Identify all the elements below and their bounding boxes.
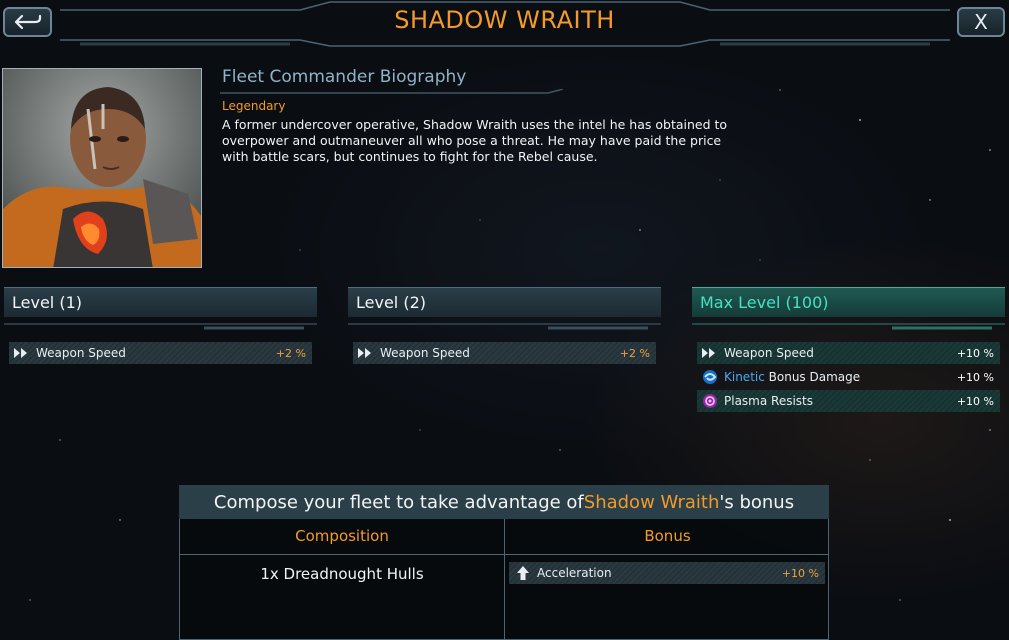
bonus-value: +10 % [781,566,819,580]
close-button[interactable]: X [957,7,1005,37]
rarity-label: Legendary [222,99,286,113]
stat-label: Plasma Resists [724,394,814,408]
panel-decoration [692,323,1005,330]
level-panel-title: Level (1) [4,287,317,317]
top-bar: SHADOW WRAITH X [0,0,1009,48]
plasma-icon [700,393,720,409]
stat-value: +2 % [619,346,650,360]
bonus-label: Acceleration [537,566,612,580]
composition-column-header: Composition [295,527,389,545]
composition-item: 1x Dreadnought Hulls [260,565,424,583]
stat-value: +10 % [956,394,994,408]
page-title: SHADOW WRAITH [394,6,615,34]
kinetic-damage-type: Kinetic [724,370,765,384]
stat-row: Plasma Resists +10 % [697,390,1000,412]
commander-avatar-image [3,69,201,267]
composition-heading-suffix: 's bonus [719,491,795,513]
level-panel-max: Max Level (100) Weapon Speed +10 % Kinet… [692,287,1005,414]
stat-label: Weapon Speed [724,346,814,360]
stat-row: Weapon Speed +10 % [697,342,1000,364]
stat-row: Kinetic Bonus Damage +10 % [697,366,1000,388]
bonus-column-header: Bonus [644,527,691,545]
biography-underline [220,89,564,94]
stat-label: Weapon Speed [380,346,470,360]
composition-heading: Compose your fleet to take advantage of … [179,485,829,519]
panel-decoration [4,323,317,330]
stat-label: Bonus Damage [764,370,861,384]
biography-text: A former undercover operative, Shadow Wr… [222,117,728,164]
panel-decoration [348,323,661,330]
composition-body: Composition Bonus 1x Dreadnought Hulls A… [179,519,829,640]
stat-label: Weapon Speed [36,346,126,360]
kinetic-icon [700,369,720,385]
stat-value: +2 % [275,346,306,360]
level-panel-2: Level (2) Weapon Speed +2 % [348,287,661,366]
commander-portrait [2,68,202,268]
double-chevron-icon [12,345,32,361]
composition-heading-name: Shadow Wraith [583,491,720,513]
level-panel-1: Level (1) Weapon Speed +2 % [4,287,317,366]
biography-title: Fleet Commander Biography [222,67,467,87]
stat-value: +10 % [956,346,994,360]
arrow-up-icon [513,565,533,581]
stat-row: Weapon Speed +2 % [9,342,312,364]
row-divider [180,554,828,555]
fleet-composition-table: Compose your fleet to take advantage of … [179,485,829,640]
stat-value: +10 % [956,370,994,384]
stat-row: Weapon Speed +2 % [353,342,656,364]
level-panel-title: Max Level (100) [692,287,1005,317]
composition-heading-prefix: Compose your fleet to take advantage of [213,491,584,513]
level-panel-title: Level (2) [348,287,661,317]
close-icon: X [974,10,988,34]
bonus-row: Acceleration +10 % [509,562,825,584]
double-chevron-icon [356,345,376,361]
double-chevron-icon [700,345,720,361]
